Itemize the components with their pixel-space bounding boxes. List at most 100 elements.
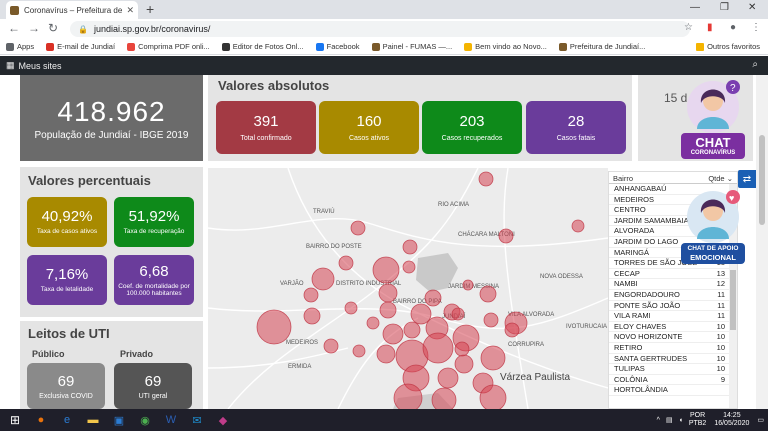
case-bubble[interactable]	[424, 289, 442, 307]
case-bubble[interactable]	[382, 323, 404, 345]
table-row[interactable]: SANTA GERTRUDES 10	[609, 354, 737, 365]
case-bubble[interactable]	[454, 354, 474, 374]
bookmark-item[interactable]: Prefeitura de Jundiaí...	[558, 42, 645, 51]
case-bubble[interactable]	[571, 219, 585, 233]
bookmark-item[interactable]: E-mail de Jundiaí	[46, 42, 115, 51]
close-window-button[interactable]: ✕	[748, 2, 756, 13]
table-row[interactable]: HORTOLÂNDIA	[609, 385, 737, 396]
case-bubble[interactable]	[403, 321, 421, 339]
case-bubble[interactable]	[478, 171, 494, 187]
case-bubble[interactable]	[480, 345, 506, 371]
browser-tab[interactable]: Coronavírus – Prefeitura de Jundiaí ✕	[6, 1, 138, 19]
table-cell-bairro: ENGORDADOURO	[614, 289, 680, 299]
restore-button[interactable]: ❐	[720, 2, 729, 13]
new-tab-button[interactable]: +	[146, 1, 154, 17]
table-scroll-thumb[interactable]	[730, 270, 736, 330]
chat-coronavirus-button[interactable]: ? CHAT CORONAVÍRUS	[680, 77, 746, 159]
case-bubble[interactable]	[479, 384, 507, 409]
menu-icon[interactable]: ⋮	[751, 22, 761, 33]
network-icon[interactable]: ▤	[666, 416, 673, 424]
search-icon[interactable]: ⌕	[752, 59, 758, 70]
windows-start-icon[interactable]: ⊞	[0, 409, 30, 431]
volume-icon[interactable]: ◖	[679, 417, 683, 424]
tab-close-icon[interactable]: ✕	[126, 5, 134, 16]
case-bubble[interactable]	[402, 260, 416, 274]
tray-chevron-icon[interactable]: ^	[657, 417, 660, 424]
total-confirmed-label: Total confirmado	[240, 135, 292, 142]
bookmark-icon	[127, 42, 136, 51]
bookmark-item[interactable]: Editor de Fotos Onl...	[221, 42, 304, 51]
minimize-button[interactable]: —	[690, 2, 700, 13]
case-bubble[interactable]	[372, 256, 400, 284]
page-scroll-thumb[interactable]	[759, 135, 765, 225]
bookmark-item[interactable]: Painel - FUMAS —...	[371, 42, 452, 51]
bookmark-item[interactable]: Comprima PDF onli...	[127, 42, 210, 51]
case-bubble[interactable]	[393, 383, 423, 409]
case-bubble[interactable]	[422, 332, 454, 364]
case-bubble[interactable]	[256, 309, 292, 345]
case-bubble[interactable]	[437, 367, 459, 389]
case-bubble[interactable]	[378, 283, 398, 303]
profile-icon[interactable]: ●	[730, 22, 736, 33]
chrome-icon[interactable]: ◉	[134, 409, 156, 431]
table-row[interactable]: VILA RAMI 11	[609, 311, 737, 322]
edge-icon[interactable]: e	[56, 409, 78, 431]
firefox-icon[interactable]: ●	[30, 409, 52, 431]
case-bubble[interactable]	[379, 301, 397, 319]
table-row[interactable]: ENGORDADOURO 11	[609, 290, 737, 301]
case-bubble[interactable]	[323, 338, 339, 354]
case-bubble[interactable]	[402, 239, 418, 255]
table-row[interactable]: RETIRO 10	[609, 343, 737, 354]
table-row[interactable]: PONTE SÃO JOÃO 11	[609, 301, 737, 312]
case-bubble[interactable]	[504, 322, 520, 338]
taskbar-clock[interactable]: 14:25 16/05/2020	[714, 412, 749, 429]
bookmark-item[interactable]: Apps	[6, 42, 34, 51]
table-row[interactable]: TULIPAS 10	[609, 364, 737, 375]
case-bubble[interactable]	[352, 344, 366, 358]
case-bubble[interactable]	[311, 267, 335, 291]
case-bubble[interactable]	[483, 312, 499, 328]
case-bubble[interactable]	[431, 387, 457, 409]
case-bubble[interactable]	[366, 316, 380, 330]
case-bubble[interactable]	[454, 341, 470, 357]
store-icon[interactable]: ▣	[108, 409, 130, 431]
url-field[interactable]: 🔒 jundiai.sp.gov.br/coronavirus/	[70, 21, 690, 37]
case-bubble[interactable]	[498, 228, 514, 244]
case-bubble[interactable]	[451, 307, 465, 321]
word-icon[interactable]: W	[160, 409, 182, 431]
table-row[interactable]: CECAP 13	[609, 269, 737, 280]
col-bairro-header[interactable]: Bairro	[613, 174, 633, 183]
case-bubble[interactable]	[462, 279, 474, 291]
case-bubble[interactable]	[410, 303, 432, 325]
forward-icon[interactable]: →	[28, 21, 40, 35]
table-row[interactable]: COLÔNIA 9	[609, 375, 737, 386]
language-indicator[interactable]: POR PTB2	[689, 412, 707, 429]
notifications-icon[interactable]: ▭	[757, 416, 764, 424]
case-bubble[interactable]	[350, 220, 366, 236]
table-row[interactable]: NOVO HORIZONTE 10	[609, 332, 737, 343]
table-row[interactable]: NAMBI 12	[609, 279, 737, 290]
table-row[interactable]: ELOY CHAVES 10	[609, 322, 737, 333]
case-bubble[interactable]	[338, 255, 354, 271]
media-app-icon[interactable]: ◆	[212, 409, 234, 431]
star-icon[interactable]: ☆	[684, 22, 693, 33]
bookmark-item[interactable]: Bem vindo ao Novo...	[464, 42, 547, 51]
reload-icon[interactable]: ↻	[48, 21, 58, 35]
page-scrollbar[interactable]	[756, 75, 768, 409]
case-bubble[interactable]	[376, 344, 396, 364]
case-bubble[interactable]	[479, 285, 497, 303]
cases-map[interactable]: TRAVIÚ RIO ACIMA CHÁCARA MALTONI BAIRRO …	[208, 168, 608, 409]
accessibility-icon[interactable]: ⇄	[738, 170, 756, 188]
col-qtde-header[interactable]: Qtde ⌄	[708, 174, 733, 183]
bookmark-item[interactable]: Facebook	[315, 42, 360, 51]
other-bookmarks-button[interactable]: Outros favoritos	[696, 42, 760, 51]
my-sites-link[interactable]: Meus sites	[19, 61, 62, 71]
back-icon[interactable]: ←	[8, 21, 20, 35]
case-bubble[interactable]	[303, 307, 321, 325]
extension-icon[interactable]: ▮	[707, 22, 713, 33]
file-explorer-icon[interactable]: ▬	[82, 409, 104, 431]
case-bubble[interactable]	[303, 287, 319, 303]
mail-icon[interactable]: ✉	[186, 409, 208, 431]
case-bubble[interactable]	[344, 301, 358, 315]
chat-emotional-support-button[interactable]: ♥ CHAT DE APOIO EMOCIONAL	[680, 187, 746, 264]
